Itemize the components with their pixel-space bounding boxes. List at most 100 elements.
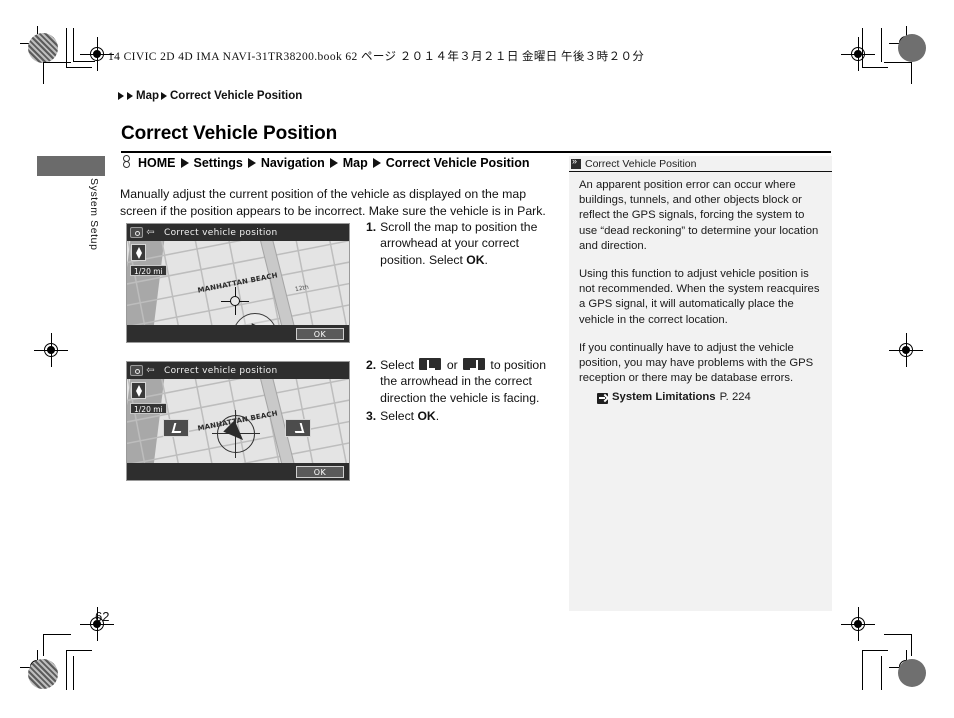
halftone-dot-top-right xyxy=(898,34,926,62)
crop-mark xyxy=(881,656,882,690)
step-text-before: Select xyxy=(380,358,418,372)
home-icon[interactable] xyxy=(130,365,143,376)
north-up-compass-icon[interactable] xyxy=(131,382,146,399)
section-tab-bar xyxy=(37,156,105,176)
cross-reference-arrow-icon xyxy=(597,392,608,404)
crop-mark xyxy=(911,62,912,84)
breadcrumb-top: Map Correct Vehicle Position xyxy=(118,90,302,102)
note-paragraph-3: If you continually have to adjust the ve… xyxy=(579,341,814,385)
step-text-mid: or xyxy=(443,358,462,372)
nav-item-settings: Settings xyxy=(193,155,243,170)
crop-mark xyxy=(73,28,74,62)
triangle-icon xyxy=(247,157,256,168)
rotate-right-button-icon xyxy=(463,358,486,370)
nav-screen-titlebar: ⇦ Correct vehicle position xyxy=(127,362,349,379)
home-icon[interactable] xyxy=(130,227,143,238)
nav-item-navigation: Navigation xyxy=(260,155,325,170)
side-note-header: Correct Vehicle Position xyxy=(569,156,832,172)
step-list-second: 2. Select or to position the arrowhead i… xyxy=(366,357,566,427)
step-text: Select OK. xyxy=(380,408,566,424)
side-note-panel: Correct Vehicle Position An apparent pos… xyxy=(569,156,832,611)
nav-home-label: HOME xyxy=(138,155,176,170)
step-list-first: 1. Scroll the map to position the arrowh… xyxy=(366,219,562,270)
cross-reference[interactable]: System Limitations P. 224 xyxy=(597,390,824,405)
crop-mark xyxy=(911,634,912,656)
registration-target-top-right xyxy=(841,37,875,71)
nav-screen-title: Correct vehicle position xyxy=(164,227,278,238)
step-bold-ok: OK xyxy=(417,409,436,424)
map-scale-indicator: 1/20 mi xyxy=(130,403,167,414)
page-title: Correct Vehicle Position xyxy=(121,123,338,144)
north-up-compass-icon[interactable] xyxy=(131,244,146,261)
registration-target-mid-right xyxy=(889,333,923,367)
crop-mark xyxy=(43,634,71,635)
note-paragraph-2: Using this function to adjust vehicle po… xyxy=(579,268,820,326)
step-item-3: 3. Select OK. xyxy=(366,408,566,424)
breadcrumb-item-current: Correct Vehicle Position xyxy=(170,90,303,102)
step-number: 2. xyxy=(366,358,377,372)
step-text-before: Select xyxy=(380,409,418,424)
crop-mark xyxy=(884,634,912,635)
step-text-after: . xyxy=(435,409,440,424)
triangle-icon xyxy=(372,157,381,168)
crop-mark xyxy=(884,62,912,63)
nav-screenshot-scroll-map: ⇦ Correct vehicle position 1/20 mi MANHA… xyxy=(126,223,350,343)
nav-screenshot-rotate-arrowhead: ⇦ Correct vehicle position 1/20 mi MANHA… xyxy=(126,361,350,481)
triangle-icon xyxy=(329,157,338,168)
home-button-icon xyxy=(122,155,131,170)
side-note-body: An apparent position error can occur whe… xyxy=(579,178,824,406)
map-canvas[interactable]: 1/20 mi MANHATTAN BEACH 12th xyxy=(127,379,349,463)
title-divider xyxy=(121,151,831,153)
crop-mark xyxy=(862,28,863,68)
vehicle-direction-marker xyxy=(212,410,260,458)
halftone-dot-bottom-left xyxy=(28,659,58,689)
step-text-before: Scroll the map to position the arrowhead… xyxy=(380,220,538,267)
note-paragraph-1: An apparent position error can occur whe… xyxy=(579,179,819,252)
registration-target-top-left-inner xyxy=(80,37,114,71)
section-tab-label: System Setup xyxy=(88,178,100,251)
crop-mark xyxy=(73,61,95,62)
nav-item-correct-vehicle-position: Correct Vehicle Position xyxy=(385,155,530,170)
step-text-after: . xyxy=(484,252,488,267)
side-note-title: Correct Vehicle Position xyxy=(585,157,697,170)
crop-mark xyxy=(66,650,67,690)
triangle-icon xyxy=(161,92,167,100)
triangle-icon xyxy=(180,157,189,168)
cross-reference-page: P. 224 xyxy=(719,391,751,404)
crop-mark xyxy=(43,62,44,84)
rotate-right-button[interactable] xyxy=(285,419,311,437)
map-canvas[interactable]: 1/20 mi MANHATTAN BEACH 12th xyxy=(127,241,349,325)
halftone-dot-bottom-right xyxy=(898,659,926,687)
step-text: Select or to position the arrowhead in t… xyxy=(380,357,566,406)
triangle-icon xyxy=(118,92,124,100)
back-arrow-icon[interactable]: ⇦ xyxy=(145,365,156,376)
triangle-icon xyxy=(127,92,133,100)
note-marker-icon xyxy=(571,156,581,169)
crop-mark xyxy=(66,650,92,651)
nav-screen-title: Correct vehicle position xyxy=(164,365,278,376)
intro-paragraph: Manually adjust the current position of … xyxy=(120,187,546,218)
rotate-left-button-icon xyxy=(419,358,442,370)
step-number: 3. xyxy=(366,409,377,424)
cross-reference-title: System Limitations xyxy=(612,391,716,404)
ok-button[interactable]: OK xyxy=(296,327,344,340)
step-number: 1. xyxy=(366,220,377,234)
registration-target-bottom-right xyxy=(841,607,875,641)
step-item-2: 2. Select or to position the arrowhead i… xyxy=(366,357,566,406)
crop-mark xyxy=(862,67,888,68)
nav-item-map: Map xyxy=(342,155,368,170)
crop-mark xyxy=(43,634,44,656)
back-arrow-icon[interactable]: ⇦ xyxy=(145,227,156,238)
crop-mark xyxy=(66,28,67,68)
ok-button[interactable]: OK xyxy=(296,465,344,478)
breadcrumb-navigation-path: HOME Settings Navigation Map Correct Veh… xyxy=(122,155,530,170)
nav-screen-titlebar: ⇦ Correct vehicle position xyxy=(127,224,349,241)
halftone-dot-top-left xyxy=(28,33,58,63)
crop-mark xyxy=(73,656,74,690)
crop-mark xyxy=(66,67,92,68)
map-crosshair xyxy=(221,287,249,315)
step-bold-ok: OK xyxy=(466,252,485,267)
rotate-left-button[interactable] xyxy=(163,419,189,437)
crop-mark xyxy=(862,650,863,690)
step-item-1: 1. Scroll the map to position the arrowh… xyxy=(366,219,562,268)
